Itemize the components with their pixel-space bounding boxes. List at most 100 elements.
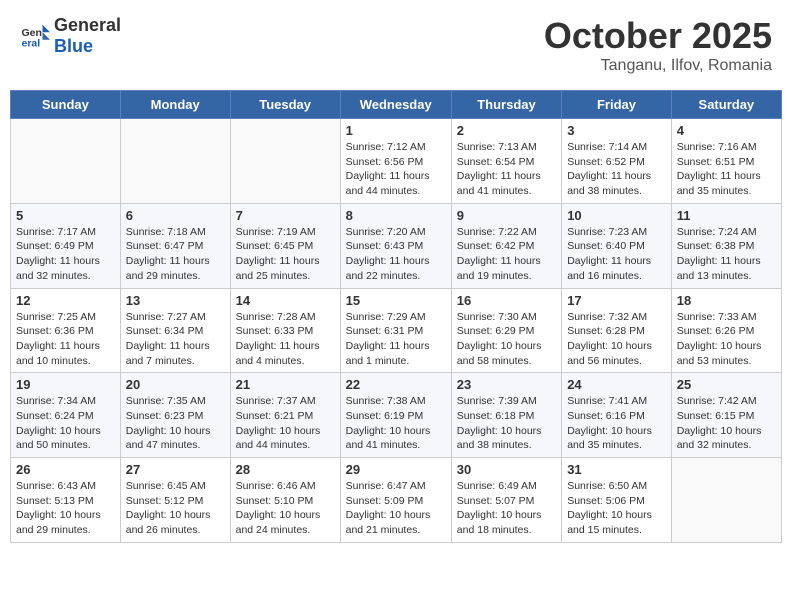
day-info: Sunrise: 6:47 AM Sunset: 5:09 PM Dayligh… [346,479,446,538]
day-number: 7 [236,208,335,223]
table-row: 23Sunrise: 7:39 AM Sunset: 6:18 PM Dayli… [451,373,561,458]
table-row: 28Sunrise: 6:46 AM Sunset: 5:10 PM Dayli… [230,458,340,543]
table-row: 12 Sunrise: 7:25 AM Sunset: 6:36 PM Dayli… [11,288,121,373]
day-number: 9 [457,208,556,223]
day-info: Sunrise: 7:12 AM Sunset: 6:56 PM Dayligh… [346,140,446,199]
day-number: 21 [236,377,335,392]
day-number: 2 [457,123,556,138]
day-number: 14 [236,293,335,308]
day-number: 26 [16,462,115,477]
day-info: Sunrise: 7:23 AM Sunset: 6:40 PM Dayligh… [567,225,666,284]
day-info: Sunrise: 7:32 AM Sunset: 6:28 PM Dayligh… [567,310,666,369]
day-info: Sunrise: 7:29 AM Sunset: 6:31 PM Dayligh… [346,310,446,369]
day-number: 18 [677,293,776,308]
table-row: 10 Sunrise: 7:23 AM Sunset: 6:40 PM Dayli… [562,203,672,288]
table-row: 24Sunrise: 7:41 AM Sunset: 6:16 PM Dayli… [562,373,672,458]
day-info: Sunrise: 7:24 AM Sunset: 6:38 PM Dayligh… [677,225,776,284]
table-row: 13 Sunrise: 7:27 AM Sunset: 6:34 PM Dayli… [120,288,230,373]
day-info: Sunrise: 7:37 AM Sunset: 6:21 PM Dayligh… [236,394,335,453]
day-info: Sunrise: 7:34 AM Sunset: 6:24 PM Dayligh… [16,394,115,453]
title-block: October 2025 Tanganu, Ilfov, Romania [544,15,772,75]
table-row: 22 Sunrise: 7:38 AM Sunset: 6:19 PM Dayli… [340,373,451,458]
day-number: 5 [16,208,115,223]
table-row: 15Sunrise: 7:29 AM Sunset: 6:31 PM Dayli… [340,288,451,373]
calendar-week-row: 26 Sunrise: 6:43 AM Sunset: 5:13 PM Dayli… [11,458,782,543]
day-info: Sunrise: 7:16 AM Sunset: 6:51 PM Dayligh… [677,140,776,199]
table-row: 18 Sunrise: 7:33 AM Sunset: 6:26 PM Dayli… [671,288,781,373]
day-number: 24 [567,377,666,392]
col-wednesday: Wednesday [340,91,451,119]
col-sunday: Sunday [11,91,121,119]
table-row [671,458,781,543]
day-number: 20 [126,377,225,392]
calendar-week-row: 12 Sunrise: 7:25 AM Sunset: 6:36 PM Dayli… [11,288,782,373]
table-row [11,119,121,204]
col-thursday: Thursday [451,91,561,119]
day-info: Sunrise: 7:25 AM Sunset: 6:36 PM Dayligh… [16,310,115,369]
calendar-week-row: 5 Sunrise: 7:17 AM Sunset: 6:49 PM Daylig… [11,203,782,288]
day-number: 12 [16,293,115,308]
calendar-week-row: 19Sunrise: 7:34 AM Sunset: 6:24 PM Dayli… [11,373,782,458]
day-info: Sunrise: 7:13 AM Sunset: 6:54 PM Dayligh… [457,140,556,199]
table-row: 11 Sunrise: 7:24 AM Sunset: 6:38 PM Dayli… [671,203,781,288]
day-info: Sunrise: 7:30 AM Sunset: 6:29 PM Dayligh… [457,310,556,369]
day-info: Sunrise: 7:33 AM Sunset: 6:26 PM Dayligh… [677,310,776,369]
table-row: 29 Sunrise: 6:47 AM Sunset: 5:09 PM Dayli… [340,458,451,543]
col-saturday: Saturday [671,91,781,119]
table-row: 8Sunrise: 7:20 AM Sunset: 6:43 PM Daylig… [340,203,451,288]
day-number: 17 [567,293,666,308]
table-row: 25 Sunrise: 7:42 AM Sunset: 6:15 PM Dayli… [671,373,781,458]
calendar-table: Sunday Monday Tuesday Wednesday Thursday… [10,90,782,543]
day-info: Sunrise: 7:27 AM Sunset: 6:34 PM Dayligh… [126,310,225,369]
day-info: Sunrise: 7:18 AM Sunset: 6:47 PM Dayligh… [126,225,225,284]
table-row: 21 Sunrise: 7:37 AM Sunset: 6:21 PM Dayli… [230,373,340,458]
calendar-week-row: 1 Sunrise: 7:12 AM Sunset: 6:56 PM Daylig… [11,119,782,204]
day-number: 29 [346,462,446,477]
day-number: 10 [567,208,666,223]
day-info: Sunrise: 7:17 AM Sunset: 6:49 PM Dayligh… [16,225,115,284]
svg-text:eral: eral [22,38,41,50]
day-number: 23 [457,377,556,392]
logo: Gen eral General Blue [20,15,121,57]
table-row: 3Sunrise: 7:14 AM Sunset: 6:52 PM Daylig… [562,119,672,204]
table-row [120,119,230,204]
day-number: 1 [346,123,446,138]
table-row: 30 Sunrise: 6:49 AM Sunset: 5:07 PM Dayli… [451,458,561,543]
table-row [230,119,340,204]
day-info: Sunrise: 7:42 AM Sunset: 6:15 PM Dayligh… [677,394,776,453]
col-tuesday: Tuesday [230,91,340,119]
day-info: Sunrise: 7:22 AM Sunset: 6:42 PM Dayligh… [457,225,556,284]
day-info: Sunrise: 7:38 AM Sunset: 6:19 PM Dayligh… [346,394,446,453]
logo-general-text: General [54,15,121,36]
table-row: 9 Sunrise: 7:22 AM Sunset: 6:42 PM Daylig… [451,203,561,288]
table-row: 5 Sunrise: 7:17 AM Sunset: 6:49 PM Daylig… [11,203,121,288]
table-row: 1 Sunrise: 7:12 AM Sunset: 6:56 PM Daylig… [340,119,451,204]
table-row: 27Sunrise: 6:45 AM Sunset: 5:12 PM Dayli… [120,458,230,543]
col-friday: Friday [562,91,672,119]
day-number: 22 [346,377,446,392]
day-number: 13 [126,293,225,308]
table-row: 16 Sunrise: 7:30 AM Sunset: 6:29 PM Dayli… [451,288,561,373]
day-number: 11 [677,208,776,223]
table-row: 7Sunrise: 7:19 AM Sunset: 6:45 PM Daylig… [230,203,340,288]
calendar-header-row: Sunday Monday Tuesday Wednesday Thursday… [11,91,782,119]
day-info: Sunrise: 7:28 AM Sunset: 6:33 PM Dayligh… [236,310,335,369]
month-title: October 2025 [544,15,772,57]
table-row: 19Sunrise: 7:34 AM Sunset: 6:24 PM Dayli… [11,373,121,458]
day-info: Sunrise: 7:35 AM Sunset: 6:23 PM Dayligh… [126,394,225,453]
day-number: 27 [126,462,225,477]
logo-text: General Blue [54,15,121,57]
day-number: 8 [346,208,446,223]
day-info: Sunrise: 6:46 AM Sunset: 5:10 PM Dayligh… [236,479,335,538]
logo-blue-text: Blue [54,36,121,57]
day-number: 16 [457,293,556,308]
table-row: 20 Sunrise: 7:35 AM Sunset: 6:23 PM Dayli… [120,373,230,458]
table-row: 6Sunrise: 7:18 AM Sunset: 6:47 PM Daylig… [120,203,230,288]
day-number: 25 [677,377,776,392]
day-info: Sunrise: 6:49 AM Sunset: 5:07 PM Dayligh… [457,479,556,538]
page-header: Gen eral General Blue October 2025 Tanga… [10,10,782,80]
table-row: 2 Sunrise: 7:13 AM Sunset: 6:54 PM Daylig… [451,119,561,204]
day-info: Sunrise: 6:43 AM Sunset: 5:13 PM Dayligh… [16,479,115,538]
table-row: 14 Sunrise: 7:28 AM Sunset: 6:33 PM Dayli… [230,288,340,373]
day-number: 30 [457,462,556,477]
